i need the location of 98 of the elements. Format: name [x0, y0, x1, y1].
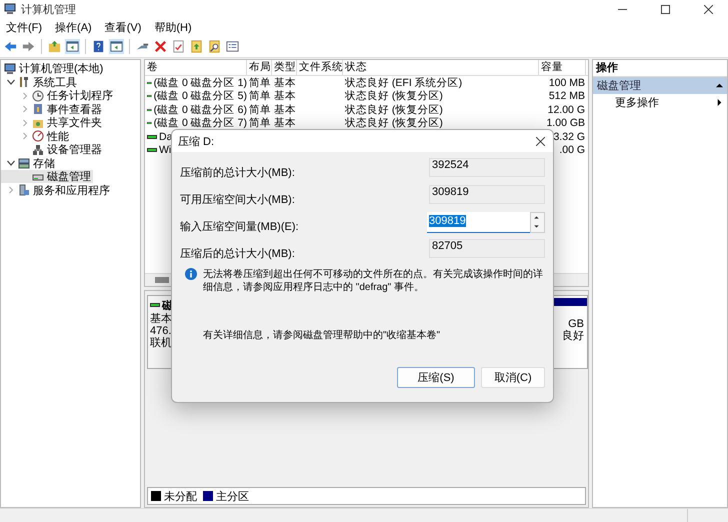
field-label: 压缩前的总计大小(MB):	[180, 166, 295, 180]
tree-item[interactable]: 设备管理器	[1, 142, 104, 156]
partition-detail: GB	[568, 318, 584, 330]
table-cell: 简单	[249, 116, 271, 130]
field-label: 输入压缩空间量(MB)(E):	[180, 220, 299, 234]
help-icon[interactable]	[91, 39, 106, 54]
close-icon[interactable]	[536, 136, 545, 146]
tree-item[interactable]: 系统工具	[1, 75, 79, 89]
table-cell: 512 MB	[548, 90, 585, 102]
pane-icon[interactable]	[109, 39, 124, 54]
legend-label: 主分区	[216, 490, 249, 504]
menu-item[interactable]: 文件(F)	[6, 20, 42, 36]
readonly-field: 309819	[429, 185, 545, 204]
clock-icon	[32, 90, 44, 102]
scrollbar-thumb[interactable]	[155, 276, 169, 283]
tree-item[interactable]: 事件查看器	[1, 102, 104, 116]
menu-item[interactable]: 帮助(H)	[154, 20, 192, 36]
dialog-button[interactable]: 取消(C)	[481, 367, 545, 388]
search-document-icon[interactable]	[207, 39, 222, 54]
help-text: 有关详细信息，请参阅磁盘管理帮助中的"收缩基本卷"	[203, 328, 442, 342]
table-cell: 状态良好 (恢复分区)	[345, 102, 443, 117]
table-cell: 基本	[274, 102, 296, 117]
tree-item[interactable]: 计算机管理(本地)	[1, 62, 106, 76]
column-header[interactable]: 卷	[145, 60, 247, 75]
volume-icon	[147, 121, 152, 126]
table-cell: 状态良好 (恢复分区)	[345, 116, 443, 130]
column-header[interactable]: 文件系统	[297, 60, 343, 75]
table-cell: 基本	[274, 116, 296, 130]
readonly-field: 82705	[429, 239, 545, 258]
table-cell: 简单	[249, 89, 271, 104]
table-cell: 基本	[274, 76, 296, 90]
disk-detail: 476.	[150, 324, 172, 337]
close-icon[interactable]	[704, 4, 713, 14]
column-header[interactable]: 类型	[272, 60, 297, 75]
tree-item[interactable]: 性能	[1, 129, 71, 143]
number-field[interactable]: 309819	[427, 212, 530, 233]
disk-icon	[150, 303, 160, 308]
table-cell: .00 G	[559, 144, 585, 156]
tree-item[interactable]: 磁盘管理	[1, 170, 93, 184]
server-icon	[18, 184, 30, 196]
volume-icon	[147, 94, 152, 98]
chevron-down-icon[interactable]	[7, 78, 15, 86]
disk-detail: 基本	[150, 312, 172, 325]
table-cell: 状态良好 (恢复分区)	[345, 89, 443, 104]
table-cell: 1.00 GB	[546, 117, 585, 130]
menu-item[interactable]: 操作(A)	[55, 20, 92, 36]
table-cell: 100 MB	[548, 76, 585, 89]
partition-detail: 良好	[562, 330, 584, 342]
log-icon	[32, 103, 44, 116]
readonly-field: 392524	[429, 158, 545, 177]
maximize-icon[interactable]	[661, 4, 670, 14]
field-label: 压缩后的总计大小(MB):	[180, 246, 295, 261]
table-cell: 状态良好 (EFI 系统分区)	[345, 76, 462, 90]
submenu-arrow-icon	[716, 98, 723, 106]
disk-detail: 联机	[150, 336, 172, 349]
table-cell: 基本	[274, 89, 296, 104]
table-cell: (磁盘 0 磁盘分区 1)	[154, 76, 247, 90]
table-cell: 12.00 G	[548, 104, 585, 116]
column-header[interactable]: 容量	[539, 60, 586, 75]
window-title: 计算机管理	[21, 2, 76, 17]
volume-icon	[147, 80, 152, 85]
folder-up-icon[interactable]	[47, 39, 62, 54]
table-cell: Wi	[159, 144, 172, 156]
menu-item[interactable]: 查看(V)	[104, 20, 142, 36]
table-cell: (磁盘 0 磁盘分区 7)	[154, 116, 247, 130]
legend-label: 未分配	[164, 490, 197, 504]
table-cell: (磁盘 0 磁盘分区 6)	[154, 102, 247, 117]
field-label: 可用压缩空间大小(MB):	[180, 192, 295, 207]
computer-icon	[4, 62, 16, 75]
properties-icon[interactable]	[225, 39, 240, 54]
info-message: 无法将卷压缩到超出任何不可移动的文件所在的点。有关完成该操作时间的详细信息，请参阅应用程序日志中的 "defrag" 事件。	[203, 268, 544, 294]
gauge-icon	[32, 130, 44, 142]
chevron-down-icon[interactable]	[7, 159, 15, 168]
collapse-icon[interactable]	[716, 82, 723, 89]
device-icon	[32, 144, 44, 156]
actions-section[interactable]: 磁盘管理	[593, 76, 727, 94]
tree-item[interactable]: 存储	[1, 156, 57, 170]
table-cell: 3.32 G	[553, 130, 585, 143]
table-cell: 简单	[249, 102, 271, 117]
storage-icon	[18, 157, 30, 170]
tree-item[interactable]: 共享文件夹	[1, 116, 104, 130]
tree-item[interactable]: 任务计划程序	[1, 88, 115, 102]
volume-icon	[147, 108, 152, 112]
delete-icon[interactable]	[153, 39, 168, 54]
check-document-icon[interactable]	[171, 39, 186, 54]
dialog-button[interactable]: 压缩(S)	[397, 367, 475, 388]
column-header[interactable]: 状态	[343, 60, 539, 75]
export-icon[interactable]	[189, 39, 204, 54]
computer-icon	[4, 3, 16, 16]
action-item[interactable]: 更多操作	[615, 94, 659, 110]
table-cell: (磁盘 0 磁盘分区 5)	[154, 89, 247, 104]
column-header[interactable]: 布局	[247, 60, 272, 75]
pane-icon[interactable]	[65, 39, 80, 54]
tree-item[interactable]: 服务和应用程序	[1, 183, 112, 197]
dialog-title: 压缩 D:	[178, 134, 214, 148]
table-cell: 简单	[249, 76, 271, 90]
info-icon	[185, 268, 197, 280]
tools-icon	[18, 76, 30, 88]
